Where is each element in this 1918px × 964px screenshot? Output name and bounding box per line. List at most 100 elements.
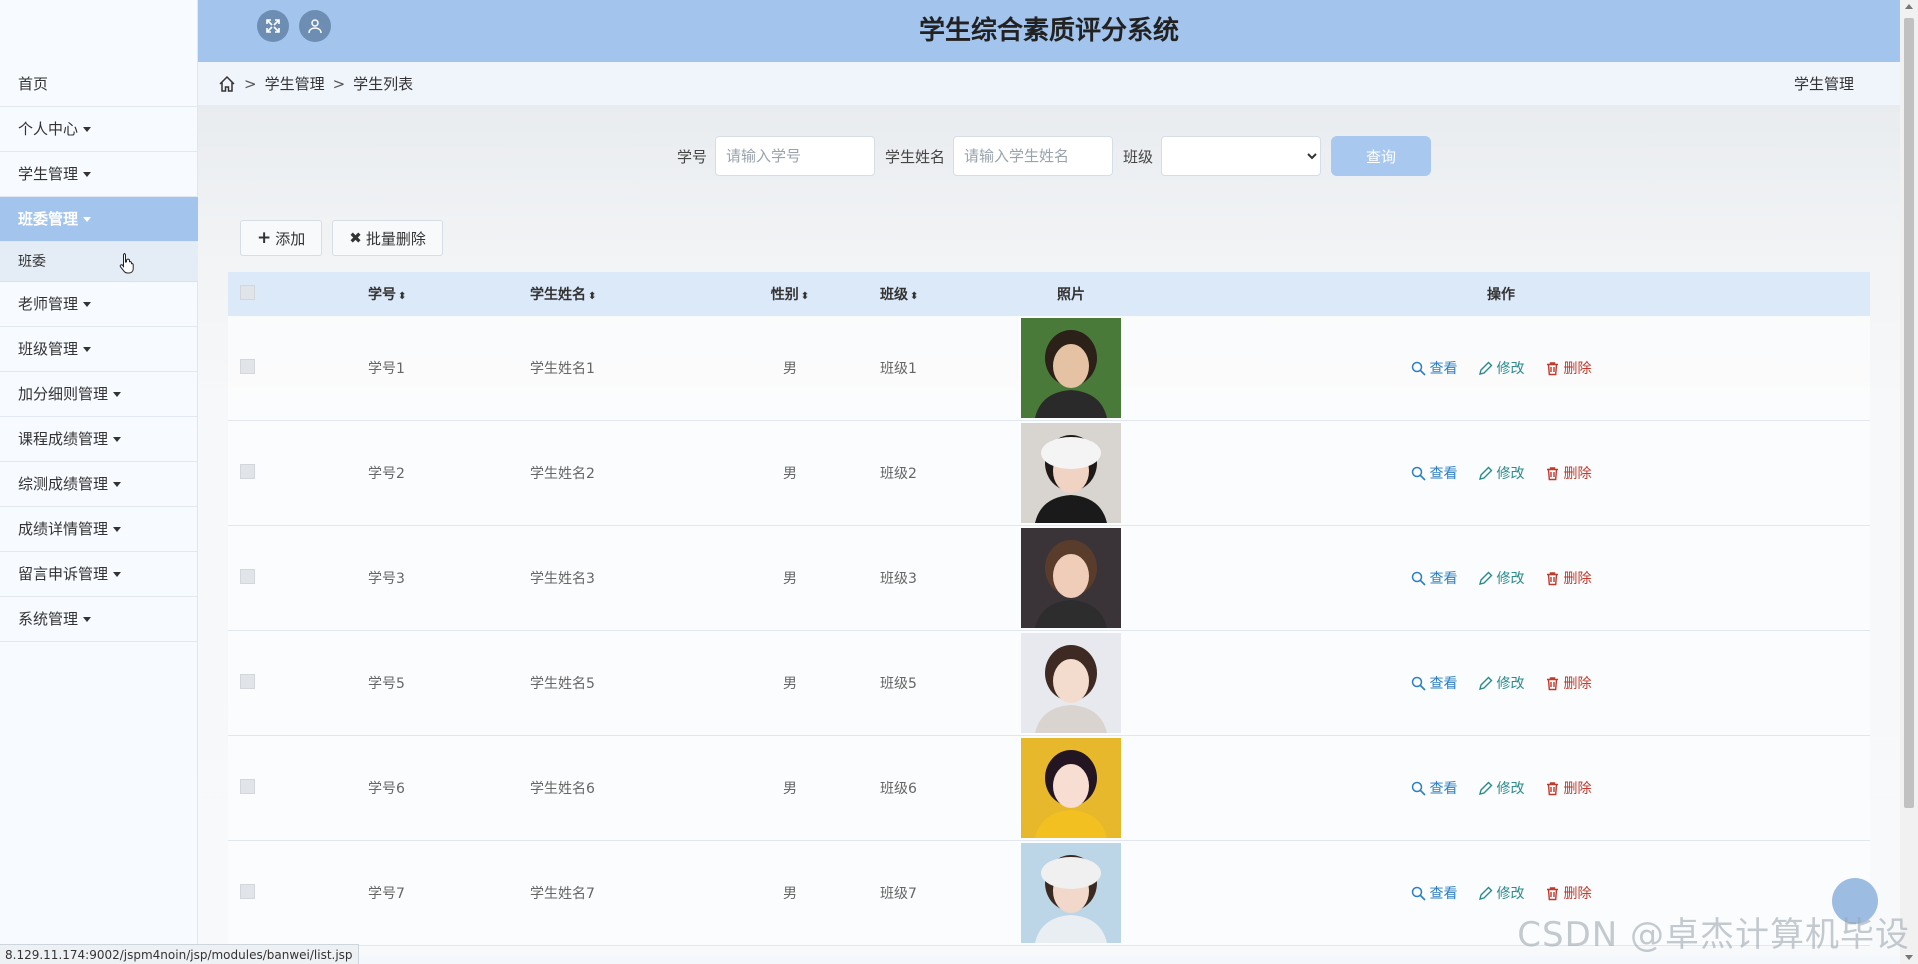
sidebar-item-8[interactable]: 综测成绩管理: [0, 462, 198, 507]
cell-sex: 男: [783, 571, 797, 587]
close-icon: ✖: [349, 229, 362, 247]
class-select[interactable]: [1161, 136, 1322, 176]
scroll-up-arrow-icon[interactable]: [1905, 4, 1913, 9]
cell-operations: 查看 修改 删除: [1132, 358, 1870, 378]
pencil-icon: [1478, 466, 1492, 480]
sidebar-item-0[interactable]: 首页: [0, 62, 198, 107]
row-checkbox[interactable]: [240, 883, 255, 899]
delete-label: 删除: [1563, 886, 1592, 902]
sidebar-item-label: 学生管理: [18, 165, 79, 183]
view-label: 查看: [1429, 676, 1458, 692]
add-button[interactable]: + 添加: [240, 220, 323, 256]
view-button[interactable]: 查看: [1411, 673, 1458, 693]
sidebar-item-5[interactable]: 班级管理: [0, 327, 198, 372]
view-button[interactable]: 查看: [1411, 778, 1458, 798]
col-header-ops: 操作: [1487, 287, 1515, 303]
search-icon: [1411, 886, 1426, 901]
row-checkbox[interactable]: [240, 568, 255, 584]
view-button[interactable]: 查看: [1411, 358, 1458, 378]
col-header-class[interactable]: 班级 ⬍: [860, 284, 1010, 304]
delete-label: 删除: [1563, 571, 1592, 587]
edit-button[interactable]: 修改: [1478, 883, 1525, 903]
search-icon: [1411, 571, 1426, 586]
cell-photo: [1010, 528, 1132, 628]
search-icon: [1411, 781, 1426, 796]
table-header: 学号 ⬍ 学生姓名 ⬍ 性别 ⬍ 班级 ⬍ 照片 操作: [228, 272, 1870, 316]
action-toolbar: + 添加 ✖ 批量删除: [240, 220, 453, 256]
row-checkbox[interactable]: [240, 358, 255, 374]
user-icon: [308, 19, 322, 34]
sidebar-item-label: 成绩详情管理: [18, 520, 109, 538]
edit-button[interactable]: 修改: [1478, 568, 1525, 588]
sidebar-menu: 首页 个人中心学生管理班委管理 班委 老师管理 班级管理加分细则管理课程成绩管理 综测成绩…: [0, 62, 198, 642]
scroll-thumb[interactable]: [1904, 18, 1914, 808]
sidebar-item-2[interactable]: 学生管理: [0, 152, 198, 197]
delete-button[interactable]: 删除: [1545, 673, 1592, 693]
delete-button[interactable]: 删除: [1545, 568, 1592, 588]
sidebar-item-label: 系统管理: [18, 610, 79, 628]
edit-button[interactable]: 修改: [1478, 778, 1525, 798]
breadcrumb-sep: >: [332, 75, 346, 93]
sidebar-item-7[interactable]: 课程成绩管理: [0, 417, 198, 462]
sidebar-subitem[interactable]: 班委: [0, 242, 198, 282]
cell-student-name: 学生姓名3: [530, 571, 595, 587]
select-all-checkbox[interactable]: [240, 284, 255, 300]
edit-button[interactable]: 修改: [1478, 463, 1525, 483]
watermark: CSDN @卓杰计算机毕设: [1517, 915, 1910, 955]
delete-button[interactable]: 删除: [1545, 463, 1592, 483]
row-checkbox[interactable]: [240, 463, 255, 479]
student-photo: [1021, 633, 1121, 733]
row-checkbox[interactable]: [240, 673, 255, 689]
edit-button[interactable]: 修改: [1478, 358, 1525, 378]
sidebar-item-3[interactable]: 班委管理: [0, 197, 198, 242]
view-button[interactable]: 查看: [1411, 883, 1458, 903]
student-name-input[interactable]: [953, 136, 1113, 176]
search-icon: [1411, 466, 1426, 481]
page-scrollbar[interactable]: [1900, 0, 1918, 964]
edit-label: 修改: [1496, 886, 1525, 902]
batch-delete-button[interactable]: ✖ 批量删除: [332, 220, 443, 256]
student-no-input[interactable]: [714, 136, 875, 176]
search-icon: [1411, 676, 1426, 691]
sidebar-item-6[interactable]: 加分细则管理: [0, 372, 198, 417]
breadcrumb: > 学生管理 > 学生列表: [218, 62, 413, 106]
cell-student-name: 学生姓名1: [530, 361, 595, 377]
search-button[interactable]: 查询: [1331, 136, 1432, 176]
cell-photo: [1010, 738, 1132, 838]
sidebar-item-9[interactable]: 成绩详情管理: [0, 507, 198, 552]
delete-button[interactable]: 删除: [1545, 778, 1592, 798]
edit-label: 修改: [1496, 466, 1525, 482]
user-button[interactable]: [299, 10, 331, 42]
fullscreen-button[interactable]: [257, 10, 289, 42]
main-content: 学号 学生姓名 班级 查询 + 添加 ✖ 批量删除 学号⬍ 学生姓名⬍ 性别⬍ …: [198, 106, 1900, 956]
table-row: 学号6 学生姓名6 男 班级6 查看 修改 删除: [228, 736, 1870, 841]
col-header-no[interactable]: 学号 ⬍: [368, 284, 530, 304]
cell-sex: 男: [783, 466, 797, 482]
view-button[interactable]: 查看: [1411, 568, 1458, 588]
sort-icon: ⬍: [588, 291, 597, 302]
cell-class: 班级7: [880, 886, 917, 902]
col-header-name[interactable]: 学生姓名 ⬍: [530, 284, 720, 304]
view-button[interactable]: 查看: [1411, 463, 1458, 483]
status-bar-url: 8.129.11.174:9002/jspm4noin/jsp/modules/…: [0, 944, 359, 964]
breadcrumb-item-student-mgmt[interactable]: 学生管理: [265, 62, 325, 106]
sidebar-item-4[interactable]: 老师管理: [0, 282, 198, 327]
sidebar-item-label: 加分细则管理: [18, 385, 109, 403]
home-icon[interactable]: [218, 75, 236, 93]
cell-operations: 查看 修改 删除: [1132, 673, 1870, 693]
hand-cursor-icon: [119, 253, 134, 274]
col-header-sex[interactable]: 性别 ⬍: [720, 284, 860, 304]
edit-button[interactable]: 修改: [1478, 673, 1525, 693]
cell-operations: 查看 修改 删除: [1132, 883, 1870, 903]
delete-button[interactable]: 删除: [1545, 358, 1592, 378]
sidebar: 首页 个人中心学生管理班委管理 班委 老师管理 班级管理加分细则管理课程成绩管理 综测成绩…: [0, 0, 198, 964]
row-checkbox[interactable]: [240, 778, 255, 794]
sort-icon: ⬍: [398, 291, 407, 302]
cell-student-no: 学号5: [368, 676, 405, 692]
sidebar-item-11[interactable]: 系统管理: [0, 597, 198, 642]
delete-button[interactable]: 删除: [1545, 883, 1592, 903]
trash-icon: [1546, 466, 1558, 480]
caret-down-icon: [83, 217, 92, 222]
sidebar-item-10[interactable]: 留言申诉管理: [0, 552, 198, 597]
sidebar-item-1[interactable]: 个人中心: [0, 107, 198, 152]
